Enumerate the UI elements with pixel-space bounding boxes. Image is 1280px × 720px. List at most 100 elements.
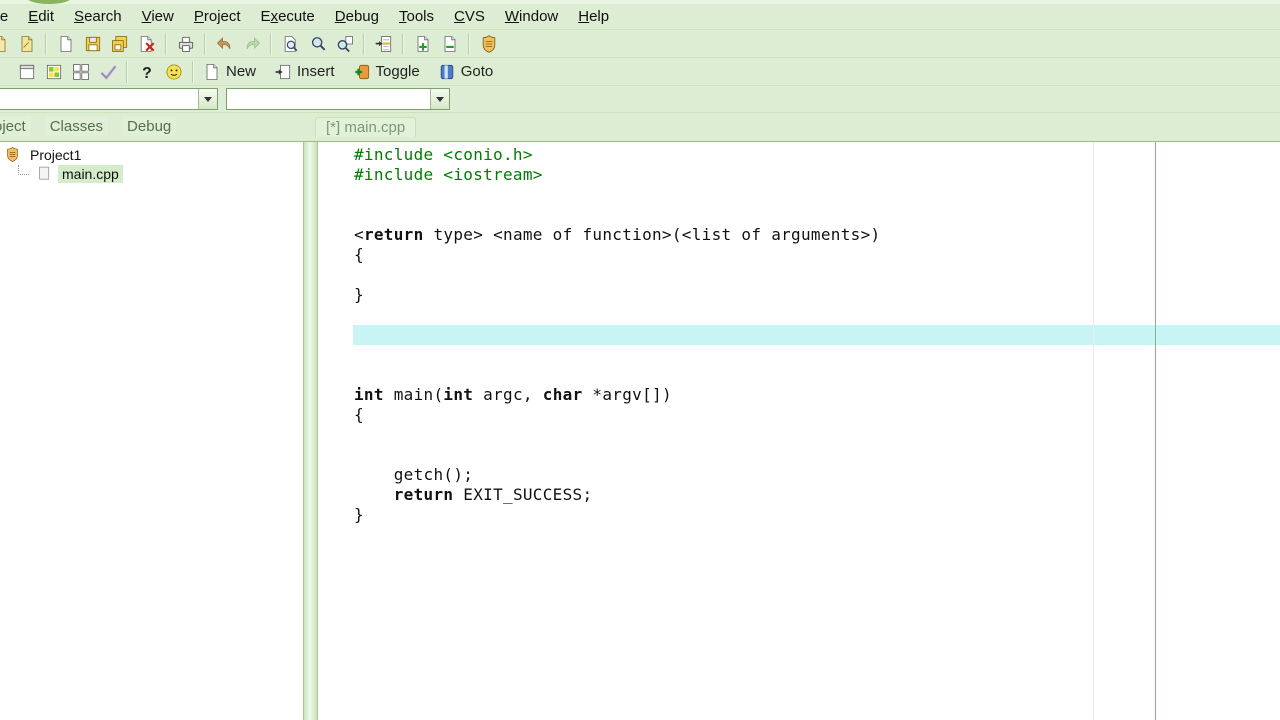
menu-debug[interactable]: Debug bbox=[325, 5, 389, 28]
open-project-icon[interactable] bbox=[13, 32, 40, 56]
svg-text:?: ? bbox=[142, 64, 152, 81]
toggle-bookmark-button[interactable]: Toggle bbox=[349, 60, 426, 84]
remove-unit-icon[interactable] bbox=[436, 32, 463, 56]
print-icon[interactable] bbox=[172, 32, 199, 56]
doc-yellow-glyph bbox=[0, 36, 5, 52]
close-file-icon[interactable] bbox=[133, 32, 160, 56]
devcpp-window: FileEditSearchViewProjectExecuteDebugToo… bbox=[0, 0, 1280, 720]
tree-item-main-cpp[interactable]: main.cpp bbox=[18, 164, 303, 183]
code-token-keyword: int bbox=[354, 385, 384, 404]
cascade-windows-icon[interactable] bbox=[40, 60, 67, 84]
tab-classes[interactable]: Classes bbox=[44, 117, 109, 136]
toolbar-separator bbox=[165, 33, 167, 55]
class-browser-combo-value[interactable] bbox=[0, 89, 198, 109]
menu-view[interactable]: View bbox=[132, 5, 184, 28]
toolbar-separator bbox=[363, 33, 365, 55]
find-icon[interactable] bbox=[277, 32, 304, 56]
panel-splitter[interactable] bbox=[303, 142, 318, 720]
code-line: { bbox=[354, 405, 1280, 425]
project-options-icon[interactable] bbox=[475, 32, 502, 56]
replace-icon[interactable] bbox=[331, 32, 358, 56]
replace-glyph bbox=[337, 36, 353, 53]
code-token: EXIT_SUCCESS; bbox=[453, 485, 593, 504]
new-source-icon[interactable] bbox=[0, 32, 13, 56]
editor-guide-line bbox=[1093, 142, 1094, 720]
find-glyph bbox=[284, 36, 297, 52]
tab-main-cpp[interactable]: [*] main.cpp bbox=[315, 117, 417, 137]
code-line: int main(int argc, char *argv[]) bbox=[354, 385, 1280, 405]
toggle-bookmark-button-label: Toggle bbox=[375, 63, 420, 80]
toolbar-separator bbox=[402, 33, 404, 55]
window-icon[interactable] bbox=[13, 60, 40, 84]
doc-yellow-open-glyph bbox=[21, 36, 32, 52]
tile-glyph bbox=[72, 63, 89, 80]
code-token: < bbox=[354, 225, 364, 244]
source-file-icon bbox=[36, 165, 53, 182]
code-line: #include <conio.h> bbox=[354, 145, 1280, 165]
code-token-preprocessor: #include <conio.h> bbox=[354, 145, 533, 164]
panel-layout-icon[interactable] bbox=[0, 60, 13, 84]
cascade-glyph bbox=[46, 64, 61, 79]
goto-bookmark-button[interactable]: Goto bbox=[434, 60, 500, 84]
floppy-glyph bbox=[85, 36, 100, 52]
code-token-preprocessor: #include <iostream> bbox=[354, 165, 543, 184]
menu-edit[interactable]: Edit bbox=[18, 5, 64, 28]
redo-glyph bbox=[246, 37, 260, 50]
undo-icon[interactable] bbox=[211, 32, 238, 56]
toolbar-separator bbox=[204, 33, 206, 55]
menu-window[interactable]: Window bbox=[495, 5, 568, 28]
code-token: argc, bbox=[473, 385, 543, 404]
code-token: } bbox=[354, 285, 364, 304]
chevron-down-icon[interactable] bbox=[430, 89, 449, 109]
menu-file[interactable]: File bbox=[0, 5, 18, 28]
menu-help[interactable]: Help bbox=[568, 5, 619, 28]
class-browser-combo[interactable] bbox=[0, 88, 218, 110]
chevron-down-icon[interactable] bbox=[198, 89, 217, 109]
source-file-glyph bbox=[39, 166, 50, 180]
new-bookmark-button[interactable]: New bbox=[199, 60, 262, 84]
project-tree: Project1 main.cpp bbox=[0, 142, 303, 183]
doc-close-glyph bbox=[140, 36, 154, 52]
code-line: getch(); bbox=[354, 465, 1280, 485]
member-browser-combo-value[interactable] bbox=[227, 89, 430, 109]
about-icon[interactable] bbox=[160, 60, 187, 84]
toolbar-separator bbox=[270, 33, 272, 55]
tile-windows-icon[interactable] bbox=[67, 60, 94, 84]
new-file-icon[interactable] bbox=[52, 32, 79, 56]
member-browser-combo[interactable] bbox=[226, 88, 450, 110]
insert-bookmark-button[interactable]: Insert bbox=[270, 60, 341, 84]
tree-item-project1[interactable]: Project1 bbox=[0, 145, 303, 164]
tree-item-label: main.cpp bbox=[58, 164, 123, 183]
find-next-icon[interactable] bbox=[304, 32, 331, 56]
tab-project[interactable]: Project bbox=[0, 117, 31, 136]
add-unit-icon[interactable] bbox=[409, 32, 436, 56]
editor-margin-line bbox=[1155, 142, 1156, 720]
left-panel-tabs: Project Classes Debug bbox=[0, 117, 177, 136]
menu-tools[interactable]: Tools bbox=[389, 5, 444, 28]
tab-debug[interactable]: Debug bbox=[122, 117, 177, 136]
find-next-glyph bbox=[311, 37, 325, 51]
redo-icon[interactable] bbox=[238, 32, 265, 56]
printer-glyph bbox=[178, 36, 193, 52]
goto-line-icon[interactable] bbox=[370, 32, 397, 56]
insert-bookmark-button-label: Insert bbox=[297, 63, 335, 80]
menu-search[interactable]: Search bbox=[64, 5, 132, 28]
code-token: { bbox=[354, 245, 364, 264]
goto-blue-glyph bbox=[440, 64, 453, 79]
save-all-icon[interactable] bbox=[106, 32, 133, 56]
toolbar-separator bbox=[468, 33, 470, 55]
apply-icon[interactable] bbox=[94, 60, 121, 84]
menu-execute[interactable]: Execute bbox=[251, 5, 325, 28]
code-editor[interactable]: #include <conio.h> #include <iostream> <re… bbox=[318, 142, 1280, 720]
menu-cvs[interactable]: CVS bbox=[444, 5, 495, 28]
help-icon[interactable]: ? bbox=[133, 60, 160, 84]
code-line: #include <iostream> bbox=[354, 165, 1280, 185]
save-icon[interactable] bbox=[79, 32, 106, 56]
code-token-keyword: int bbox=[443, 385, 474, 404]
menu-project[interactable]: Project bbox=[184, 5, 251, 28]
